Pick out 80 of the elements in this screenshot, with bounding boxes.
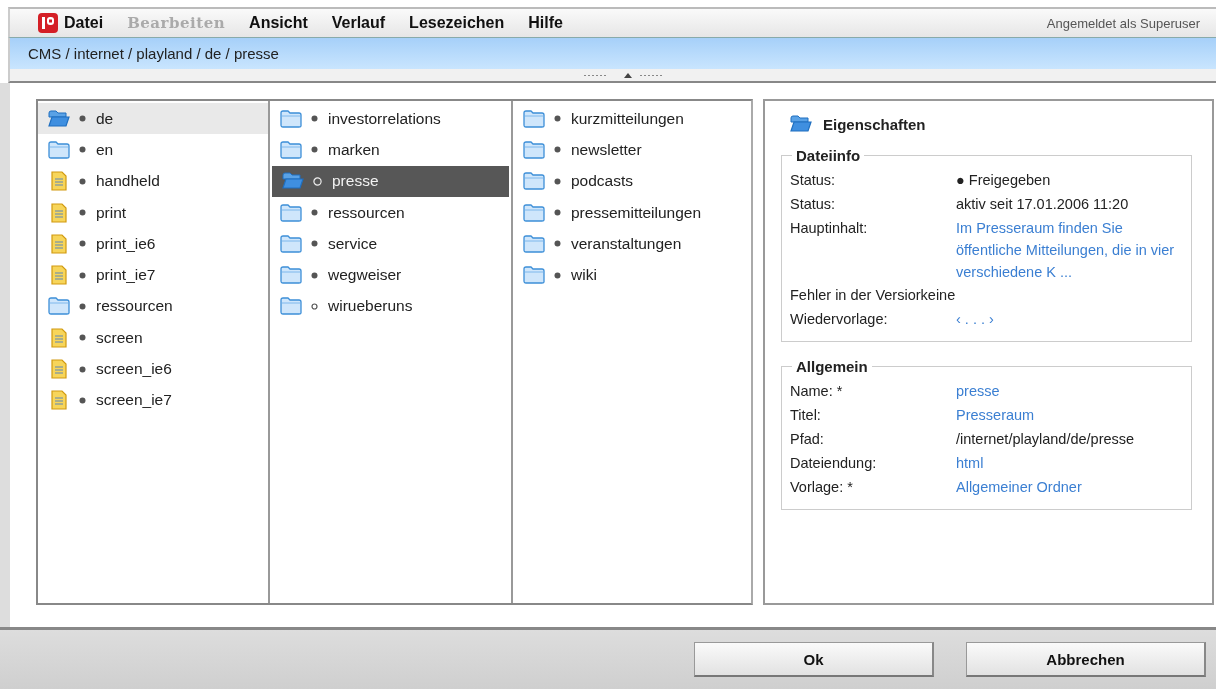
menu-item[interactable]: Lesezeichen xyxy=(409,14,505,32)
folder-item[interactable]: ressourcen xyxy=(38,290,268,323)
folder-icon xyxy=(280,140,302,159)
folder-item[interactable]: service xyxy=(270,228,511,260)
folder-item[interactable]: handheld xyxy=(38,165,268,197)
breadcrumb[interactable]: CMS / internet / playland / de / presse xyxy=(28,45,279,62)
document-icon xyxy=(48,202,70,223)
folder-icon xyxy=(280,234,302,253)
property-value[interactable]: Presseraum xyxy=(956,403,1035,426)
folder-icon xyxy=(523,109,545,128)
folder-item[interactable]: veranstaltungen xyxy=(513,228,751,260)
folder-item[interactable]: en xyxy=(38,134,268,166)
property-value: aktiv seit 17.01.2006 11:20 xyxy=(956,195,1129,214)
open-folder-icon xyxy=(789,115,813,133)
property-label: Fehler in der Versior xyxy=(790,286,921,305)
property-label: Name: * xyxy=(790,382,844,401)
group-title: Dateiinfo xyxy=(795,147,862,164)
menu-item[interactable]: Verlauf xyxy=(331,14,386,32)
property-value: /internet/playland/de/presse xyxy=(956,430,1135,449)
property-value[interactable]: Im Presseraum finden Sie öffentliche Mitteilungen, die in vier verschiedene K ... xyxy=(956,216,1183,283)
folder-item[interactable]: investorrelations xyxy=(270,103,511,135)
property-value[interactable]: html xyxy=(956,451,984,474)
property-label: Hauptinhalt: xyxy=(790,219,869,238)
property-label: Pfad: xyxy=(790,430,825,449)
folder-item[interactable]: presse xyxy=(272,165,509,197)
dialog-button[interactable]: Ok xyxy=(694,642,934,677)
user-label: Angemeldet als Superuser xyxy=(1046,15,1200,31)
property-label: Dateiendung: xyxy=(790,454,878,473)
folder-icon xyxy=(523,172,545,191)
folder-item[interactable]: newsletter xyxy=(513,134,751,166)
folder-icon xyxy=(280,297,302,316)
folder-item[interactable]: print xyxy=(38,196,268,229)
folder-item[interactable]: ressourcen xyxy=(270,196,511,229)
folder-icon xyxy=(523,234,545,253)
property-value[interactable]: ‹ . . . › xyxy=(956,307,994,330)
folder-icon xyxy=(280,266,302,285)
folder-item[interactable]: wegweiser xyxy=(270,259,511,291)
folder-icon xyxy=(48,297,70,316)
property-label: Wiedervorlage: xyxy=(790,310,889,329)
folder-icon xyxy=(280,203,302,222)
logo-icon xyxy=(38,13,58,33)
folder-item[interactable]: podcasts xyxy=(513,165,751,197)
folder-item[interactable]: kurzmitteilungen xyxy=(513,103,751,135)
folder-icon xyxy=(280,109,302,128)
document-icon xyxy=(48,233,70,254)
document-icon xyxy=(48,390,70,411)
group-title: Allgemein xyxy=(795,358,869,375)
folder-item[interactable]: wiki xyxy=(513,259,751,291)
menu-item[interactable]: Datei xyxy=(64,14,104,32)
property-value[interactable]: Allgemeiner Ordner xyxy=(956,475,1082,498)
folder-item[interactable]: de xyxy=(38,103,268,135)
document-icon xyxy=(48,171,70,192)
folder-item[interactable]: screen_ie6 xyxy=(38,353,268,385)
folder-item[interactable]: marken xyxy=(270,134,511,166)
property-value: keine xyxy=(920,286,956,305)
folder-icon xyxy=(523,203,545,222)
property-label: Vorlage: * xyxy=(790,478,854,497)
dialog-button[interactable]: Abbrechen xyxy=(966,642,1206,677)
property-label: Status: xyxy=(790,195,837,214)
property-value[interactable]: presse xyxy=(956,379,1000,402)
document-icon xyxy=(48,265,70,286)
document-icon xyxy=(48,359,70,379)
property-value: ● Freigegeben xyxy=(956,171,1051,190)
menu-item[interactable]: Hilfe xyxy=(528,14,563,32)
folder-item[interactable]: screen xyxy=(38,322,268,354)
property-label: Status: xyxy=(790,171,837,190)
panel-title: Eigenschaften xyxy=(823,115,926,133)
folder-item[interactable]: pressemitteilungen xyxy=(513,196,751,229)
folder-icon xyxy=(523,266,545,285)
folder-item[interactable]: wirueberuns xyxy=(270,290,511,323)
folder-icon xyxy=(48,140,70,159)
property-label: Titel: xyxy=(790,406,822,425)
document-icon xyxy=(48,327,70,348)
folder-item[interactable]: screen_ie7 xyxy=(38,384,268,416)
open-folder-icon xyxy=(48,109,70,128)
folder-item[interactable]: print_ie7 xyxy=(38,259,268,291)
open-folder-icon xyxy=(282,172,304,191)
menu-item[interactable]: Ansicht xyxy=(249,14,308,32)
folder-item[interactable]: print_ie6 xyxy=(38,228,268,260)
folder-icon xyxy=(523,140,545,159)
